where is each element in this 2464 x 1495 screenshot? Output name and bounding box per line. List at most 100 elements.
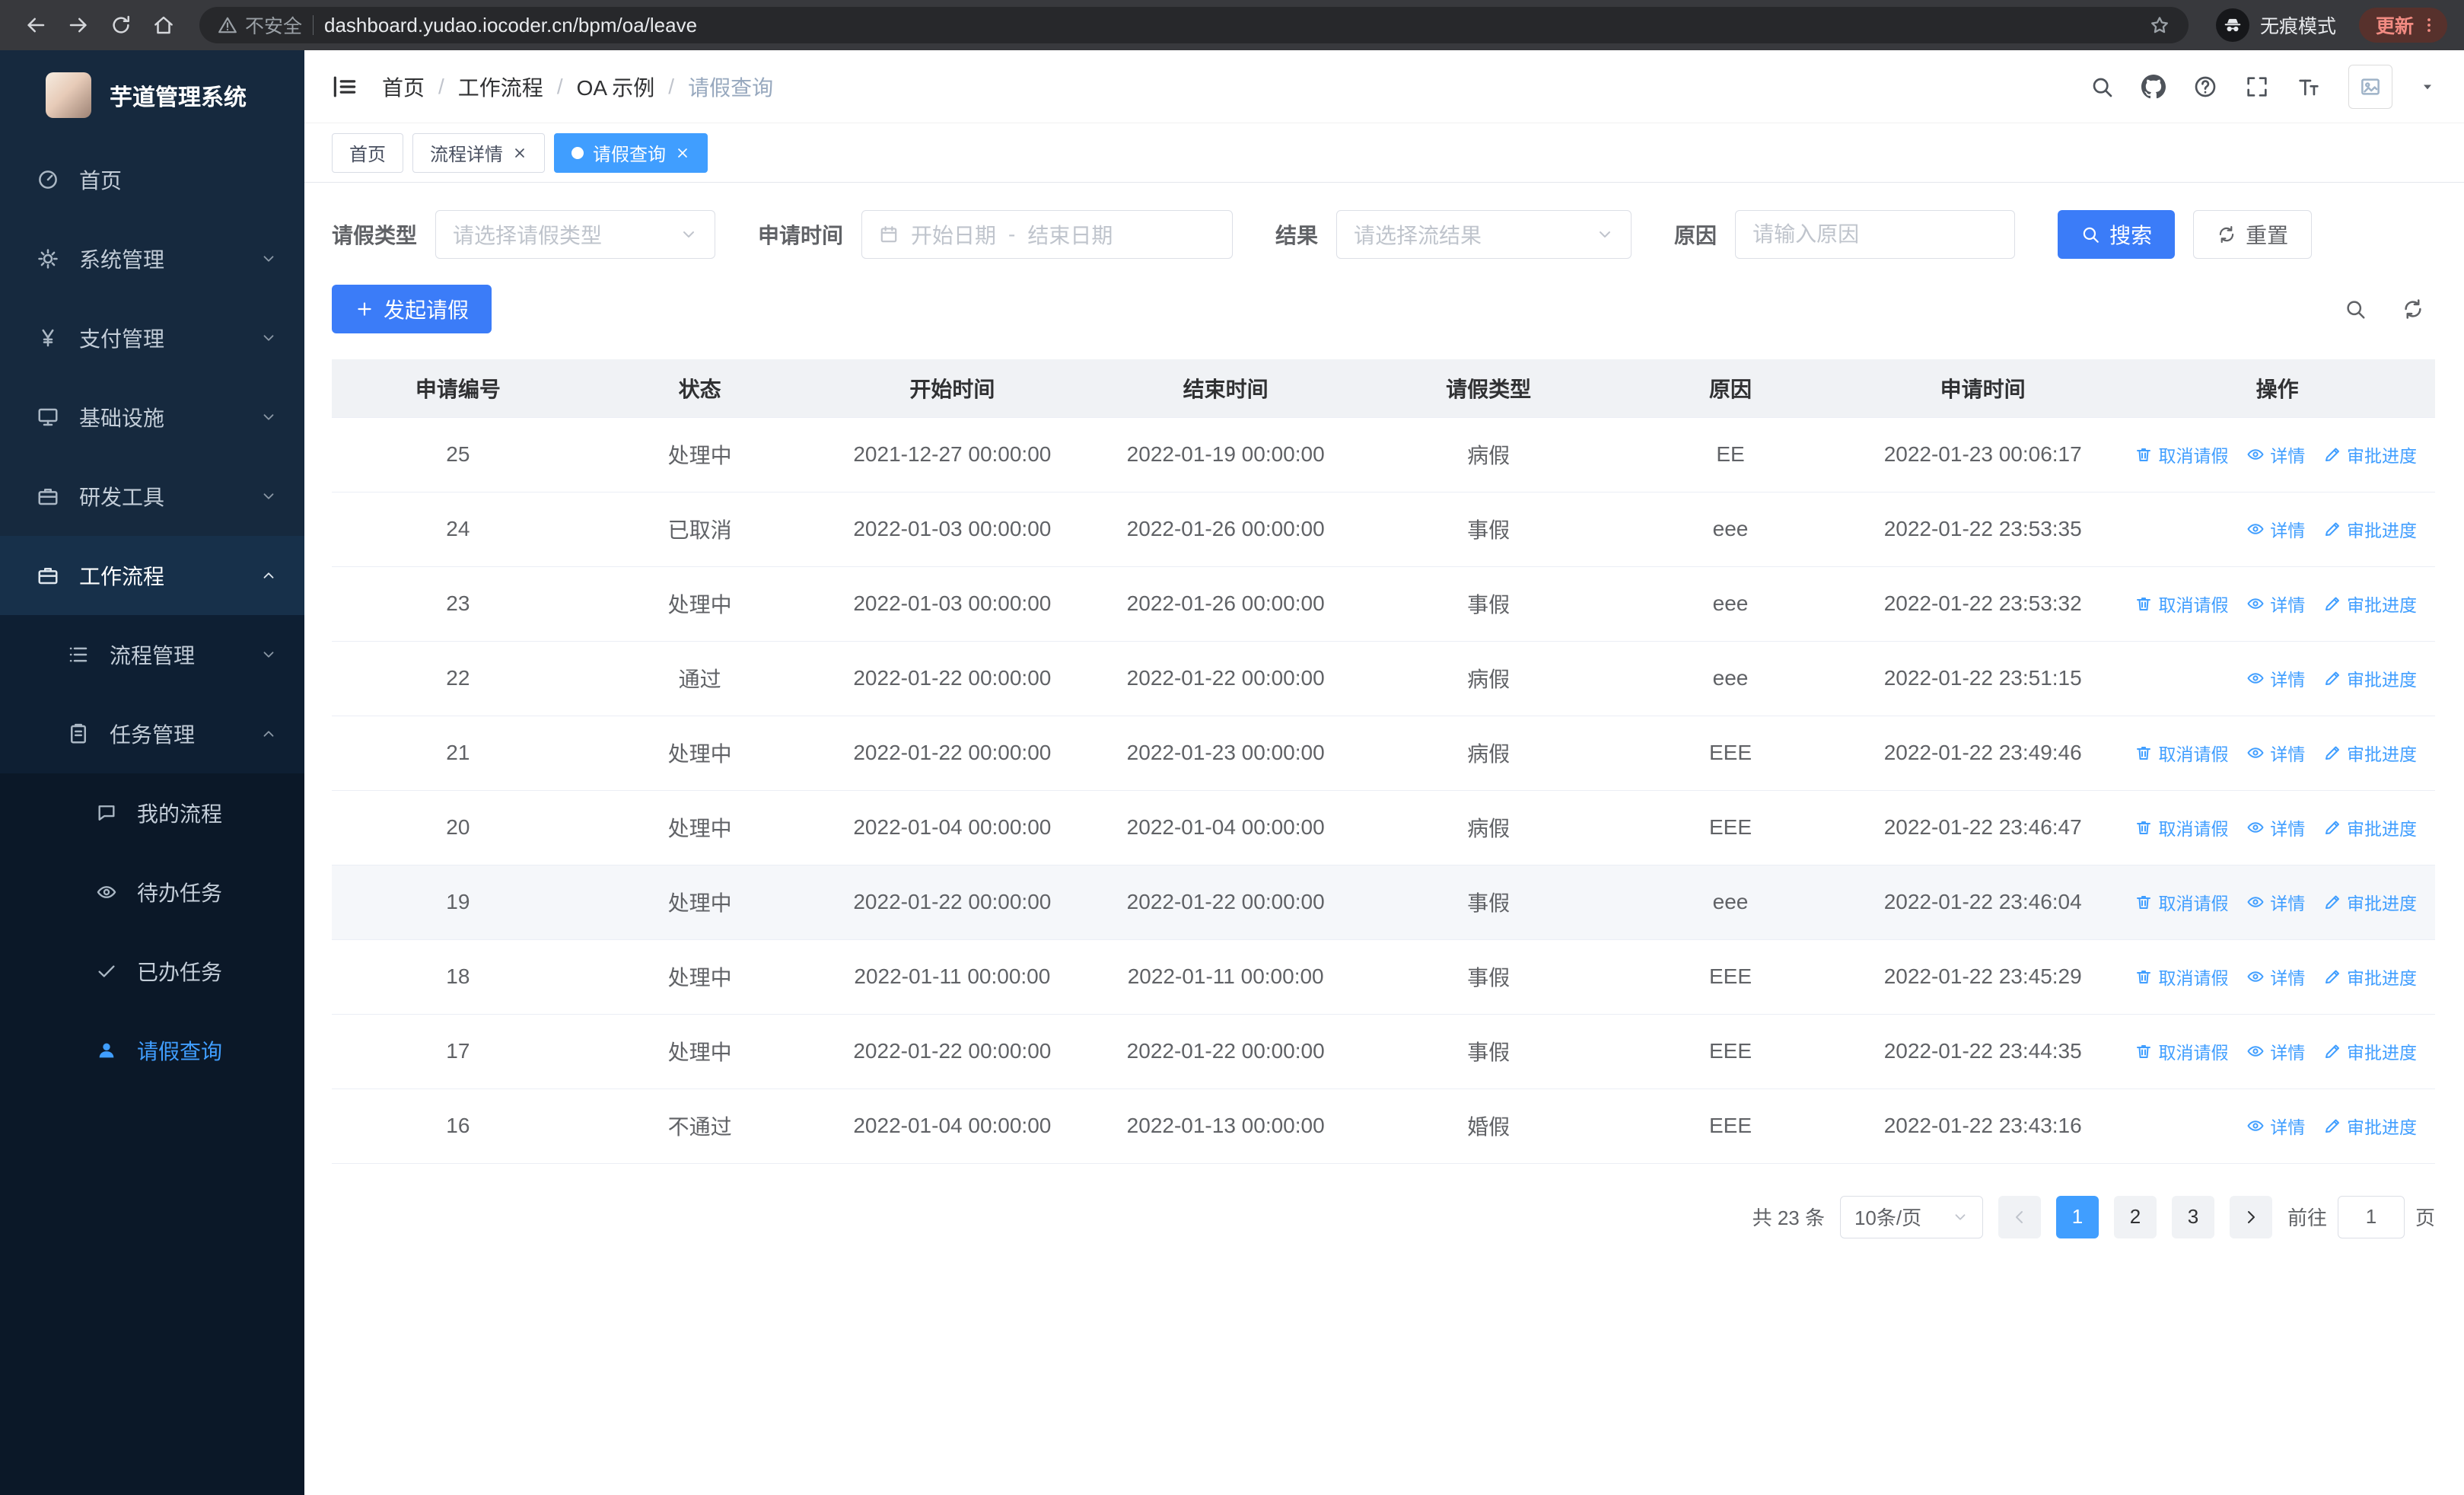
page-button-2[interactable]: 2	[2113, 1195, 2157, 1238]
approval-progress-link[interactable]: 审批进度	[2323, 889, 2417, 915]
topbar: 首页 / 工作流程 / OA 示例 / 请假查询	[304, 50, 2464, 123]
cancel-leave-link[interactable]: 取消请假	[2135, 964, 2228, 990]
cancel-leave-link[interactable]: 取消请假	[2135, 889, 2228, 915]
browser-forward-button[interactable]	[59, 6, 97, 44]
cell-apply-time: 2022-01-22 23:44:35	[1846, 1014, 2120, 1089]
browser-menu-dots-icon[interactable]	[2420, 16, 2438, 34]
fullscreen-icon[interactable]	[2245, 75, 2269, 99]
page-button-1[interactable]: 1	[2055, 1195, 2099, 1238]
approval-progress-link[interactable]: 审批进度	[2323, 964, 2417, 990]
sidebar-item-my-processes[interactable]: 我的流程	[0, 773, 304, 853]
github-icon[interactable]	[2141, 75, 2166, 99]
detail-link[interactable]: 详情	[2246, 964, 2305, 990]
detail-link[interactable]: 详情	[2246, 889, 2305, 915]
cancel-leave-link[interactable]: 取消请假	[2135, 814, 2228, 840]
detail-link[interactable]: 详情	[2246, 814, 2305, 840]
tab-leave-query[interactable]: 请假查询	[554, 132, 708, 173]
trash-icon	[2135, 893, 2153, 911]
reset-button[interactable]: 重置	[2193, 210, 2313, 259]
avatar[interactable]	[2348, 64, 2392, 109]
close-icon[interactable]	[675, 145, 690, 161]
page-size-select[interactable]: 10条/页	[1839, 1195, 1983, 1238]
approval-progress-link[interactable]: 审批进度	[2323, 516, 2417, 542]
leave-table: 申请编号 状态 开始时间 结束时间 请假类型 原因 申请时间 操作 25 处理中…	[332, 359, 2435, 1164]
user-icon	[96, 1040, 117, 1061]
cancel-leave-link[interactable]: 取消请假	[2135, 1038, 2228, 1064]
approval-progress-link[interactable]: 审批进度	[2323, 1038, 2417, 1064]
tab-process-detail[interactable]: 流程详情	[412, 132, 545, 173]
approval-progress-link[interactable]: 审批进度	[2323, 740, 2417, 766]
sidebar-item-leave-query[interactable]: 请假查询	[0, 1011, 304, 1090]
question-icon[interactable]	[2193, 75, 2217, 99]
detail-link[interactable]: 详情	[2246, 665, 2305, 691]
close-icon[interactable]	[512, 145, 527, 161]
breadcrumb-home[interactable]: 首页	[382, 72, 425, 102]
detail-link[interactable]: 详情	[2246, 516, 2305, 542]
col-apply-id: 申请编号	[332, 359, 584, 418]
search-icon[interactable]	[2090, 75, 2114, 99]
next-page-button[interactable]	[2229, 1195, 2272, 1238]
home-icon	[152, 14, 175, 37]
detail-link[interactable]: 详情	[2246, 591, 2305, 617]
browser-back-button[interactable]	[17, 6, 55, 44]
user-menu-caret[interactable]	[2420, 79, 2435, 94]
sidebar-item-home[interactable]: 首页	[0, 140, 304, 219]
approval-progress-link[interactable]: 审批进度	[2323, 1113, 2417, 1139]
active-tab-dot	[571, 146, 584, 159]
browser-reload-button[interactable]	[102, 6, 140, 44]
col-reason: 原因	[1615, 359, 1847, 418]
apply-time-range-picker[interactable]: 开始日期 - 结束日期	[861, 210, 1234, 259]
security-chip[interactable]: 不安全	[218, 11, 302, 39]
sidebar-item-infrastructure[interactable]: 基础设施	[0, 378, 304, 457]
toggle-search-icon[interactable]	[2344, 298, 2367, 320]
reason-input[interactable]	[1735, 210, 2016, 259]
font-size-icon[interactable]	[2297, 75, 2321, 99]
create-leave-button[interactable]: 发起请假	[332, 285, 492, 333]
approval-progress-link[interactable]: 审批进度	[2323, 665, 2417, 691]
address-bar[interactable]: 不安全 dashboard.yudao.iocoder.cn/bpm/oa/le…	[199, 7, 2189, 43]
sidebar-item-task-management[interactable]: 任务管理	[0, 694, 304, 773]
goto-page-input[interactable]	[2337, 1195, 2405, 1238]
sidebar-item-devtools[interactable]: 研发工具	[0, 457, 304, 536]
cell-apply-id: 22	[332, 641, 584, 716]
cell-end-time: 2022-01-22 00:00:00	[1089, 1014, 1363, 1089]
browser-update-button[interactable]: 更新	[2358, 8, 2447, 43]
refresh-table-icon[interactable]	[2402, 298, 2424, 320]
cancel-leave-link[interactable]: 取消请假	[2135, 740, 2228, 766]
cell-leave-type: 病假	[1362, 641, 1615, 716]
sidebar-item-system[interactable]: 系统管理	[0, 219, 304, 298]
sidebar-collapse-button[interactable]	[330, 72, 359, 101]
sidebar-filler	[0, 1090, 304, 1495]
detail-link[interactable]: 详情	[2246, 441, 2305, 467]
detail-link[interactable]: 详情	[2246, 740, 2305, 766]
approval-progress-link[interactable]: 审批进度	[2323, 814, 2417, 840]
sidebar-item-payment[interactable]: 支付管理	[0, 298, 304, 378]
page-button-3[interactable]: 3	[2171, 1195, 2214, 1238]
bookmark-star-icon[interactable]	[2149, 14, 2170, 36]
search-button[interactable]: 搜索	[2058, 210, 2176, 259]
browser-home-button[interactable]	[145, 6, 183, 44]
breadcrumb-oa-example[interactable]: OA 示例	[577, 72, 655, 102]
cancel-leave-link[interactable]: 取消请假	[2135, 591, 2228, 617]
sidebar-item-workflow[interactable]: 工作流程	[0, 536, 304, 615]
cell-end-time: 2022-01-26 00:00:00	[1089, 566, 1363, 642]
sidebar-item-done-tasks[interactable]: 已办任务	[0, 932, 304, 1011]
approval-progress-link[interactable]: 审批进度	[2323, 441, 2417, 467]
cell-reason: EEE	[1615, 716, 1847, 791]
table-row: 22 通过 2022-01-22 00:00:00 2022-01-22 00:…	[332, 641, 2435, 716]
security-label: 不安全	[245, 16, 303, 37]
breadcrumb-workflow[interactable]: 工作流程	[458, 72, 543, 102]
table-row: 23 处理中 2022-01-03 00:00:00 2022-01-26 00…	[332, 566, 2435, 642]
tab-home[interactable]: 首页	[332, 132, 403, 173]
sidebar-item-todo-tasks[interactable]: 待办任务	[0, 853, 304, 932]
detail-link[interactable]: 详情	[2246, 1038, 2305, 1064]
sidebar-logo[interactable]: 芋道管理系统	[0, 50, 304, 140]
sidebar-item-process-management[interactable]: 流程管理	[0, 615, 304, 694]
approval-progress-link[interactable]: 审批进度	[2323, 591, 2417, 617]
cancel-leave-link[interactable]: 取消请假	[2135, 441, 2228, 467]
detail-link[interactable]: 详情	[2246, 1113, 2305, 1139]
leave-type-select[interactable]: 请选择请假类型	[435, 210, 716, 259]
prev-page-button[interactable]	[1998, 1195, 2041, 1238]
result-select[interactable]: 请选择流结果	[1336, 210, 1632, 259]
chevron-down-icon	[260, 488, 277, 505]
